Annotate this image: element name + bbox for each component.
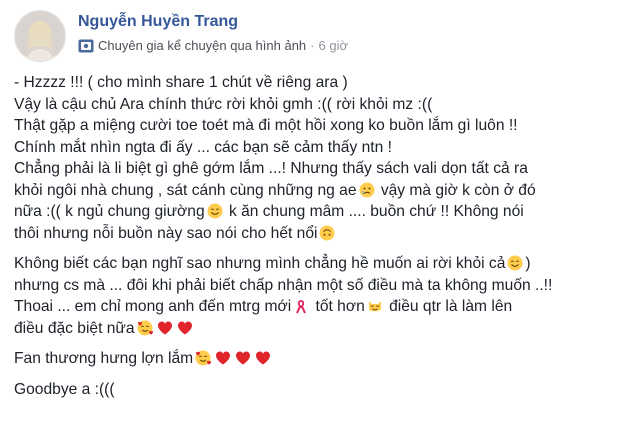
post-text-line: thôi nhưng nỗi buồn này sao nói cho hết …	[14, 223, 612, 245]
text-segment: điều đặc biệt nữa	[14, 319, 135, 337]
post-text-line: nữa :(( k ngủ chung giường k ăn chung mâ…	[14, 201, 612, 223]
text-segment: - Hzzzz !!! ( cho mình share 1 chút về r…	[14, 74, 348, 91]
post-timestamp[interactable]: 6 giờ	[319, 38, 349, 53]
post-text-line: Thật gặp a miệng cười toe toét mà đi một…	[14, 115, 612, 137]
text-segment: nữa :(( k ngủ chung giường	[14, 203, 205, 220]
text-segment: Thật gặp a miệng cười toe toét mà đi một…	[14, 117, 518, 134]
text-segment: thôi nhưng nỗi buồn này sao nói cho hết …	[14, 224, 318, 242]
post-paragraph: - Hzzzz !!! ( cho mình share 1 chút về r…	[14, 72, 612, 244]
text-segment: Vậy là cậu chủ Ara chính thức rời khỏi g…	[14, 95, 433, 113]
badge-icon	[78, 39, 94, 53]
text-segment: k ăn chung mâm .... buồn chứ !! Không nó…	[224, 203, 524, 220]
author-avatar[interactable]	[14, 10, 66, 62]
text-segment: điều qtr là làm lên	[384, 298, 513, 315]
text-segment: Goodbye a :(((	[14, 380, 115, 398]
post-text-line: điều đặc biệt nữa	[14, 318, 612, 340]
post-text-line: Chính mắt nhìn ngta đi ấy ... các bạn sẽ…	[14, 137, 612, 159]
post-text-line: khỏi ngôi nhà chung , sát cánh cùng nhữn…	[14, 180, 612, 202]
post-paragraph: Không biết các bạn nghĩ sao nhưng mình c…	[14, 253, 612, 339]
heart-emoji	[255, 350, 271, 366]
text-segment: nhưng cs mà ... đôi khi phải biết chấp n…	[14, 276, 553, 294]
post-text-line: nhưng cs mà ... đôi khi phải biết chấp n…	[14, 275, 612, 297]
post-text-line: Không biết các bạn nghĩ sao nhưng mình c…	[14, 253, 612, 275]
post-text-line: Vậy là cậu chủ Ara chính thức rời khỏi g…	[14, 94, 612, 116]
heart-emoji	[177, 320, 193, 336]
text-segment: tốt hơn	[311, 298, 365, 315]
post-paragraph: Goodbye a :(((	[14, 379, 612, 401]
text-segment: Không biết các bạn nghĩ sao nhưng mình c…	[14, 255, 506, 272]
text-segment: )	[525, 255, 531, 272]
meta-separator: ·	[310, 38, 315, 53]
heart-emoji	[235, 350, 251, 366]
smile-emoji	[207, 203, 223, 219]
author-name[interactable]: Nguyễn Huyền Trang	[78, 13, 238, 31]
facebook-post: Nguyễn Huyền Trang Chuyên gia kể chuyện …	[0, 0, 620, 439]
post-text-line: Chẳng phải là li biệt gì ghê gớm lắm ...…	[14, 158, 612, 180]
cat-emoji	[367, 298, 383, 314]
sad-face-emoji	[359, 182, 375, 198]
badge-label[interactable]: Chuyên gia kể chuyện qua hình ảnh	[98, 38, 306, 53]
hearts-face-emoji	[195, 350, 212, 366]
hearts-face-emoji	[137, 320, 153, 336]
heart-emoji	[157, 320, 173, 336]
post-meta: Chuyên gia kể chuyện qua hình ảnh · 6 gi…	[78, 38, 348, 53]
text-segment: Chính mắt nhìn ngta đi ấy ... các bạn sẽ…	[14, 138, 392, 156]
post-text-line: Goodbye a :(((	[14, 379, 612, 401]
upside-down-emoji	[319, 225, 335, 241]
post-text-line: Fan thương hưng lợn lắm	[14, 348, 612, 370]
ribbon-emoji	[293, 298, 309, 314]
post-body: - Hzzzz !!! ( cho mình share 1 chút về r…	[14, 72, 612, 409]
text-segment: Chẳng phải là li biệt gì ghê gớm lắm ...…	[14, 160, 528, 177]
text-segment: vậy mà giờ k còn ở đó	[376, 181, 536, 199]
post-paragraph: Fan thương hưng lợn lắm	[14, 348, 612, 370]
heart-emoji	[215, 350, 231, 366]
post-text-line: - Hzzzz !!! ( cho mình share 1 chút về r…	[14, 72, 612, 94]
text-segment: Fan thương hưng lợn lắm	[14, 350, 194, 367]
post-text-line: Thoai ... em chỉ mong anh đến mtrg mới t…	[14, 296, 612, 318]
text-segment: Thoai ... em chỉ mong anh đến mtrg mới	[14, 298, 292, 315]
text-segment: khỏi ngôi nhà chung , sát cánh cùng nhữn…	[14, 181, 357, 199]
smile-emoji	[507, 255, 523, 271]
